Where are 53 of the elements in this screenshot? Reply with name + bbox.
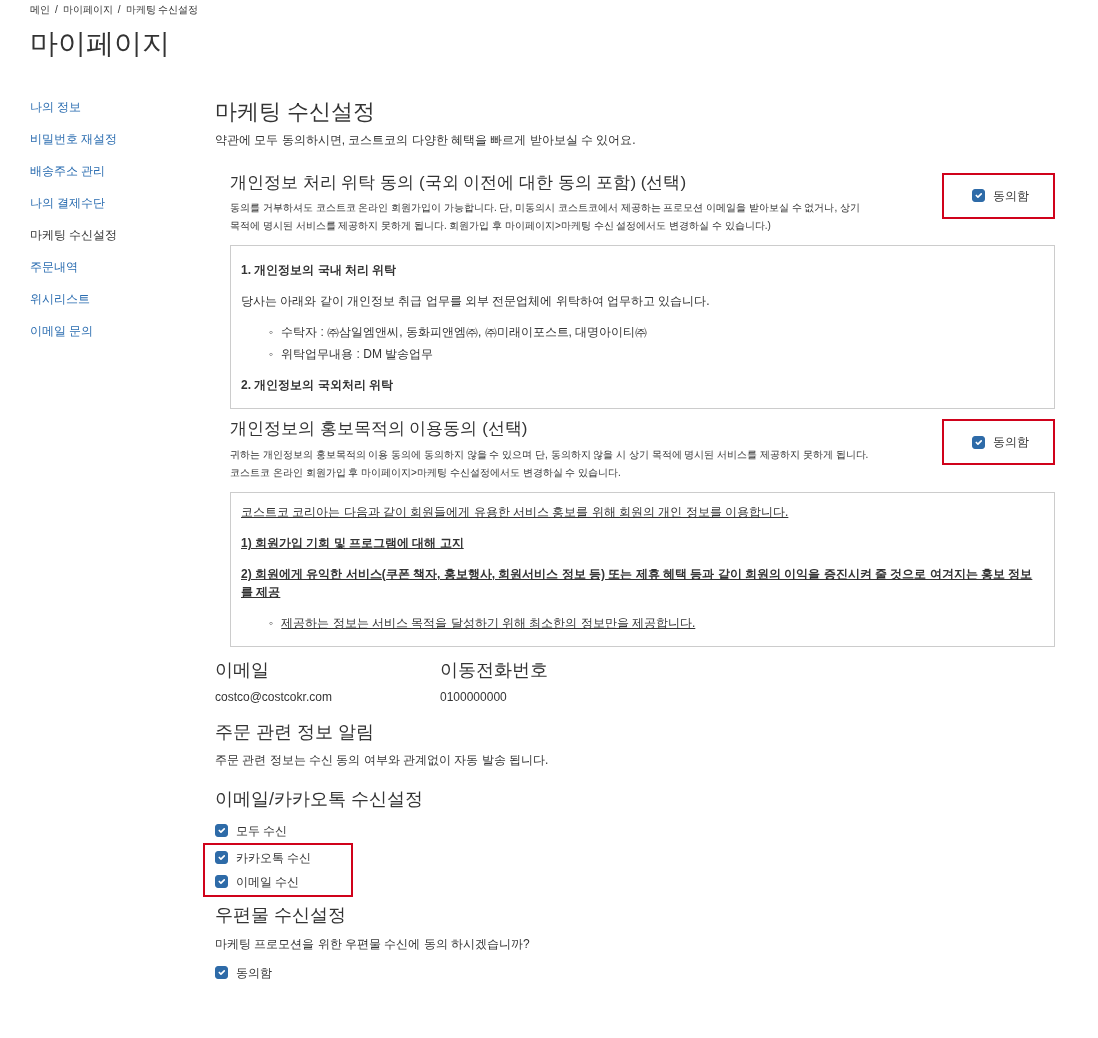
bullet-marker: ◦ bbox=[269, 614, 274, 632]
sidebar-item[interactable]: 주문내역 bbox=[30, 258, 215, 276]
notice-text: 주문 관련 정보는 수신 동의 여부와 관계없이 자동 발송 됩니다. bbox=[215, 752, 550, 770]
option-label[interactable]: 모두 수신 bbox=[236, 821, 288, 840]
section-heading: 이메일/카카오톡 수신설정 bbox=[215, 789, 424, 811]
checkbox[interactable] bbox=[972, 435, 985, 449]
sidebar-item[interactable]: 나의 정보 bbox=[30, 98, 215, 116]
terms-heading: 1. 개인정보의 국내 처리 위탁 bbox=[241, 262, 398, 280]
checkbox[interactable] bbox=[215, 851, 228, 865]
breadcrumb-separator: / bbox=[117, 3, 121, 17]
bullet-marker: ◦ bbox=[269, 324, 274, 342]
breadcrumb-separator: / bbox=[55, 3, 58, 17]
terms-list-item: 제공하는 정보는 서비스 목적을 달성하기 위해 최소한의 정보만을 제공합니다. bbox=[281, 614, 696, 632]
terms-heading: 2. 개인정보의 국외처리 위탁 bbox=[241, 377, 394, 395]
sidebar-item[interactable]: 비밀번호 재설정 bbox=[30, 130, 215, 148]
terms-list-item: 수탁자 : ㈜삼일엠앤씨, 동화피앤엠㈜, ㈜미래이포스트, 대명아이티㈜ bbox=[281, 324, 648, 342]
checkbox[interactable] bbox=[215, 824, 228, 838]
terms-list-item: 위탁업무내용 : DM 발송업무 bbox=[281, 346, 434, 364]
notice-text: 마케팅 프로모션을 위한 우편물 수신에 동의 하시겠습니까? bbox=[215, 935, 531, 953]
terms-text: 당사는 아래와 같이 개인정보 취급 업무를 외부 전문업체에 위탁하여 업무하고 있습니다. bbox=[241, 293, 711, 311]
terms-text: 코스트코 코리아는 다음과 같이 회원들에게 유용한 서비스 홍보를 위해 회원의 개인 정보를 이용합니다. bbox=[241, 503, 790, 521]
section-heading: 주문 관련 정보 알림 bbox=[215, 721, 375, 744]
section-heading: 우편물 수신설정 bbox=[215, 904, 347, 927]
terms-heading: 2) 회원에게 유익한 서비스(쿠폰 책자, 홍보행사, 회원서비스 정보 등) 또는 제휴 혜택 등과 같이 회원의 이익을 증진시켜 줄 것으로 여겨지는 홍보 정보를 제공 bbox=[241, 565, 1034, 601]
bullet-marker: ◦ bbox=[269, 346, 274, 364]
agree-label[interactable]: 동의함 bbox=[993, 433, 1029, 452]
consent-title: 개인정보 처리 위탁 동의 (국외 이전에 대한 동의 포함) (선택) bbox=[230, 173, 688, 194]
sidebar-item[interactable]: 이메일 문의 bbox=[30, 322, 215, 340]
contact-label: 이동전화번호 bbox=[440, 658, 549, 682]
agree-label[interactable]: 동의함 bbox=[993, 187, 1029, 205]
breadcrumb-link[interactable]: 메인 bbox=[30, 2, 50, 17]
contact-value: 0100000000 bbox=[440, 688, 508, 706]
sidebar-item[interactable]: 위시리스트 bbox=[30, 290, 215, 308]
sidebar-item[interactable]: 나의 결제수단 bbox=[30, 194, 215, 212]
checkbox[interactable] bbox=[215, 875, 228, 889]
consent-description: 동의를 거부하셔도 코스트코 온라인 회원가입이 가능합니다. 단, 미동의시 코스트코에서 제공하는 프로모션 이메일을 받아보실 수 없거나, 상기 목적에 명시된 서비스를 제공하지 못하게 됩니다. 회원가입 후 마이페이지>마케팅 수신 설정에서도 변경하실 수 있습니다.) bbox=[230, 201, 861, 234]
contact-label: 이메일 bbox=[215, 658, 270, 682]
page-title: 마이페이지 bbox=[30, 27, 171, 61]
breadcrumb-link[interactable]: 마케팅 수신설정 bbox=[125, 2, 199, 17]
sidebar-item[interactable]: 마케팅 수신설정 bbox=[30, 226, 215, 244]
option-label[interactable]: 이메일 수신 bbox=[236, 872, 300, 891]
consent-description: 귀하는 개인정보의 홍보목적의 이용 동의에 동의하지 않을 수 있으며 단, 동의하지 않을 시 상기 목적에 명시된 서비스를 제공하지 못하게 됩니다. 코스트코 온라인 회원가입 후 마이페이지>마케팅 수신설정에서도 변경하실 수 있습니다. bbox=[230, 447, 870, 480]
breadcrumb-link[interactable]: 마이페이지 bbox=[62, 2, 113, 17]
option-label[interactable]: 카카오톡 수신 bbox=[236, 848, 312, 867]
contact-value: costco@costcokr.com bbox=[215, 688, 333, 706]
consent-title: 개인정보의 홍보목적의 이용동의 (선택) bbox=[230, 419, 529, 440]
checkbox[interactable] bbox=[972, 189, 985, 203]
section-title: 마케팅 수신설정 bbox=[215, 98, 377, 125]
terms-heading: 1) 회원가입 기회 및 프로그램에 대해 고지 bbox=[241, 534, 465, 552]
sidebar-item[interactable]: 배송주소 관리 bbox=[30, 162, 215, 180]
intro-text: 약관에 모두 동의하시면, 코스트코의 다양한 혜택을 빠르게 받아보실 수 있어요. bbox=[215, 132, 637, 149]
checkbox[interactable] bbox=[215, 966, 228, 980]
option-label[interactable]: 동의함 bbox=[236, 963, 272, 982]
